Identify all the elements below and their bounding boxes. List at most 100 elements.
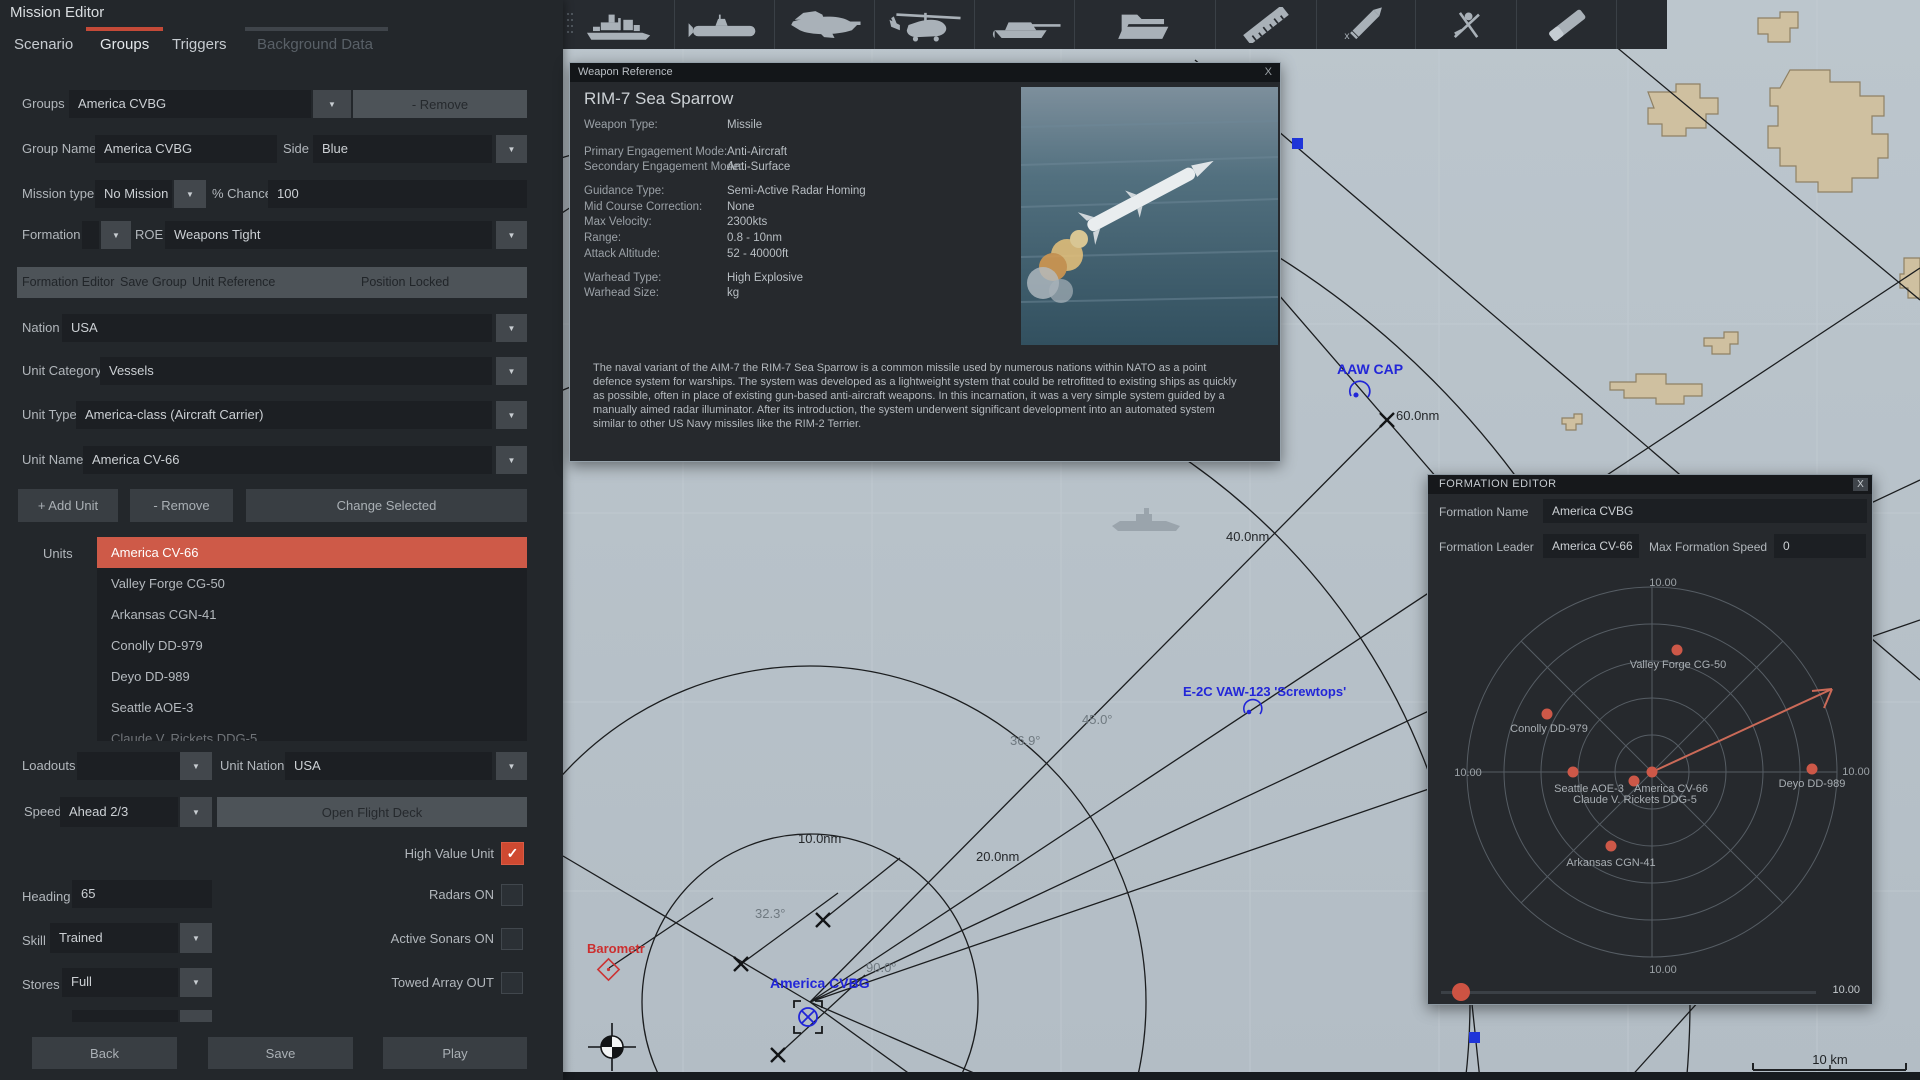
stores-select[interactable]: Full bbox=[62, 968, 178, 997]
remove-unit-button[interactable]: - Remove bbox=[130, 489, 233, 522]
formation-unit-label: Claude V. Rickets DDG-5 bbox=[1573, 794, 1697, 806]
roe-select[interactable]: Weapons Tight bbox=[165, 221, 492, 249]
nation-dropdown-button[interactable]: ▼ bbox=[496, 314, 527, 342]
spec-label: Warhead Type: bbox=[584, 272, 662, 284]
plot-tool-button[interactable] bbox=[1416, 0, 1517, 49]
svg-text:x: x bbox=[1344, 30, 1350, 41]
add-helicopter-button[interactable] bbox=[875, 0, 975, 49]
mission-editor-panel: Mission Editor Scenario Groups Triggers … bbox=[0, 0, 563, 1080]
erase-tool-button[interactable] bbox=[1517, 0, 1617, 49]
e2c-label[interactable]: E-2C VAW-123 'Screwtops' bbox=[1183, 684, 1346, 699]
aaw-cap-label[interactable]: AAW CAP bbox=[1337, 361, 1403, 377]
waypoint-square-icon[interactable] bbox=[1469, 1032, 1480, 1043]
formation-unit-dot bbox=[1541, 708, 1553, 720]
roe-label: ROE bbox=[135, 227, 164, 242]
window-titlebar[interactable]: Weapon Reference bbox=[570, 63, 1280, 82]
side-select[interactable]: Blue bbox=[313, 135, 492, 163]
weapon-reference-window: Weapon Reference X RIM-7 Sea Sparrow Wea… bbox=[569, 62, 1281, 462]
heading-input[interactable]: 65 bbox=[72, 880, 212, 908]
formation-editor-button[interactable]: Formation Editor bbox=[22, 275, 114, 289]
mission-type-select[interactable]: No Mission bbox=[95, 180, 172, 208]
add-aircraft-button[interactable] bbox=[775, 0, 875, 49]
open-flight-deck-button[interactable]: Open Flight Deck bbox=[217, 797, 527, 827]
skill-dropdown-button[interactable]: ▼ bbox=[180, 923, 212, 953]
group-name-input[interactable]: America CVBG bbox=[95, 135, 277, 163]
slider-knob[interactable] bbox=[1452, 983, 1470, 1001]
play-button[interactable]: Play bbox=[383, 1037, 527, 1069]
surface-ship-icon bbox=[586, 14, 650, 40]
angle-369-label: 36.9° bbox=[1010, 733, 1041, 748]
save-group-button[interactable]: Save Group bbox=[120, 275, 187, 289]
unit-category-select[interactable]: Vessels bbox=[100, 357, 492, 385]
chance-input[interactable]: 100 bbox=[268, 180, 527, 208]
formation-scale-slider[interactable] bbox=[1441, 991, 1816, 994]
unit-nation-dropdown-button[interactable]: ▼ bbox=[496, 752, 527, 780]
formation-dropdown-button[interactable]: ▼ bbox=[101, 221, 131, 249]
list-item[interactable]: Deyo DD-989 bbox=[97, 661, 527, 692]
mission-type-label: Mission type bbox=[22, 186, 95, 201]
groups-dropdown-button[interactable]: ▼ bbox=[313, 90, 351, 118]
skill-select[interactable]: Trained bbox=[50, 923, 178, 953]
list-item[interactable]: Seattle AOE-3 bbox=[97, 692, 527, 723]
unit-reference-button[interactable]: Unit Reference bbox=[192, 275, 275, 289]
close-icon[interactable]: X bbox=[1265, 63, 1272, 82]
list-item[interactable]: America CV-66 bbox=[97, 537, 527, 568]
chevron-down-icon: ▼ bbox=[507, 144, 516, 154]
spec-label: Weapon Type: bbox=[584, 119, 658, 131]
radars-on-checkbox[interactable] bbox=[501, 884, 523, 906]
add-unit-button[interactable]: + Add Unit bbox=[18, 489, 118, 522]
add-surface-ship-button[interactable] bbox=[563, 0, 675, 49]
weapon-name: RIM-7 Sea Sparrow bbox=[584, 89, 734, 108]
save-button[interactable]: Save bbox=[208, 1037, 353, 1069]
towed-array-checkbox[interactable] bbox=[501, 972, 523, 994]
nation-select[interactable]: USA bbox=[62, 314, 492, 342]
unit-type-dropdown-button[interactable]: ▼ bbox=[496, 401, 527, 429]
toolbar-drag-handle[interactable] bbox=[567, 13, 575, 37]
roe-dropdown-button[interactable]: ▼ bbox=[496, 221, 527, 249]
formation-select[interactable] bbox=[82, 221, 99, 249]
loadouts-dropdown-button[interactable]: ▼ bbox=[180, 752, 212, 780]
unit-name-select[interactable]: America CV-66 bbox=[83, 446, 492, 474]
remove-group-button[interactable]: - Remove bbox=[353, 90, 527, 118]
tab-background-data[interactable]: Background Data bbox=[257, 36, 373, 53]
unit-nation-select[interactable]: USA bbox=[285, 752, 492, 780]
list-item[interactable]: Arkansas CGN-41 bbox=[97, 599, 527, 630]
back-button[interactable]: Back bbox=[32, 1037, 177, 1069]
loadouts-select[interactable] bbox=[77, 752, 180, 780]
formation-polar-plot[interactable]: 10.00 10.00 10.00 10.00 Valley Forge CG-… bbox=[1428, 475, 1872, 1004]
groups-select[interactable]: America CVBG bbox=[69, 90, 311, 118]
page-title: Mission Editor bbox=[10, 4, 105, 21]
weapon-description: The naval variant of the AIM-7 the RIM-7… bbox=[593, 362, 1237, 430]
spec-value: Anti-Aircraft bbox=[727, 146, 788, 158]
speed-dropdown-button[interactable]: ▼ bbox=[180, 797, 212, 827]
formation-unit-label: Arkansas CGN-41 bbox=[1566, 857, 1655, 869]
list-item[interactable]: Valley Forge CG-50 bbox=[97, 568, 527, 599]
stores-dropdown-button[interactable]: ▼ bbox=[180, 968, 212, 997]
waypoint-square-icon[interactable] bbox=[1292, 138, 1303, 149]
barometr-label[interactable]: Barometr bbox=[587, 941, 645, 956]
active-sonars-checkbox[interactable] bbox=[501, 928, 523, 950]
list-item[interactable]: Conolly DD-979 bbox=[97, 630, 527, 661]
tab-triggers[interactable]: Triggers bbox=[172, 36, 226, 53]
draw-tool-button[interactable]: x bbox=[1317, 0, 1416, 49]
add-tank-button[interactable] bbox=[975, 0, 1075, 49]
unit-category-dropdown-button[interactable]: ▼ bbox=[496, 357, 527, 385]
unit-name-dropdown-button[interactable]: ▼ bbox=[496, 446, 527, 474]
change-selected-button[interactable]: Change Selected bbox=[246, 489, 527, 522]
tab-scenario[interactable]: Scenario bbox=[14, 36, 73, 53]
add-submarine-button[interactable] bbox=[675, 0, 775, 49]
unit-type-label: Unit Type bbox=[22, 407, 77, 422]
unit-type-select[interactable]: America-class (Aircraft Carrier) bbox=[76, 401, 492, 429]
list-item[interactable]: Claude V. Rickets DDG-5 bbox=[97, 723, 527, 741]
mission-type-dropdown-button[interactable]: ▼ bbox=[174, 180, 206, 208]
side-dropdown-button[interactable]: ▼ bbox=[496, 135, 527, 163]
tab-groups[interactable]: Groups bbox=[100, 36, 149, 53]
america-cvbg-label[interactable]: America CVBG bbox=[770, 975, 870, 991]
high-value-unit-checkbox[interactable]: ✓ bbox=[501, 842, 524, 865]
position-locked-toggle[interactable]: Position Locked bbox=[361, 275, 449, 289]
spec-label: Mid Course Correction: bbox=[584, 201, 703, 213]
measure-tool-button[interactable] bbox=[1216, 0, 1317, 49]
open-scenario-button[interactable] bbox=[1075, 0, 1216, 49]
speed-select[interactable]: Ahead 2/3 bbox=[60, 797, 178, 827]
